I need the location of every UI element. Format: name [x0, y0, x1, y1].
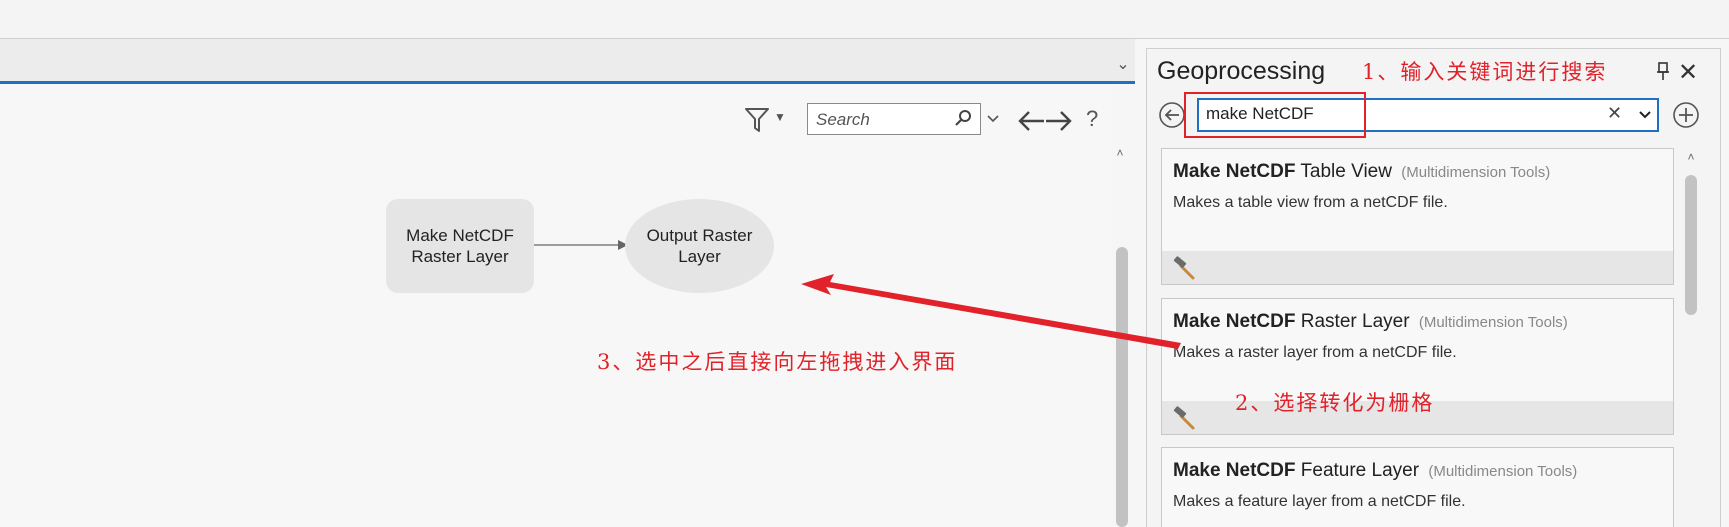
result-description: Makes a table view from a netCDF file.	[1173, 194, 1448, 211]
annotation-step-3: 3、选中之后直接向左拖拽进入界面	[597, 350, 958, 374]
output-node-raster-layer[interactable]: Output Raster Layer	[625, 199, 774, 293]
close-icon[interactable]: ✕	[1678, 58, 1698, 87]
result-category: (Multidimension Tools)	[1401, 164, 1551, 181]
clear-search-icon[interactable]: ✕	[1607, 103, 1622, 124]
output-node-label-line2: Layer	[678, 247, 721, 266]
back-circle-icon[interactable]	[1158, 101, 1186, 129]
result-title-match: Make NetCDF	[1173, 460, 1296, 481]
filter-icon[interactable]	[744, 106, 770, 134]
canvas-scrollbar-thumb[interactable]	[1116, 247, 1128, 527]
hammer-icon	[1173, 406, 1195, 430]
results-scroll-up-chevron-icon[interactable]: ˄	[1683, 150, 1699, 166]
result-title-match: Make NetCDF	[1173, 161, 1296, 182]
result-title-rest: Feature Layer	[1300, 460, 1420, 481]
annotation-step-2: 2、选择转化为栅格	[1235, 391, 1435, 415]
result-description: Makes a raster layer from a netCDF file.	[1173, 344, 1457, 361]
results-scrollbar-thumb[interactable]	[1685, 175, 1697, 315]
pin-icon[interactable]	[1655, 61, 1671, 81]
tool-node-make-netcdf-raster-layer[interactable]: Make NetCDF Raster Layer	[386, 199, 534, 293]
pane-title: Geoprocessing	[1157, 57, 1326, 85]
back-arrow-icon[interactable]	[1016, 108, 1046, 134]
ribbon-strip	[0, 0, 1729, 39]
result-item[interactable]: Make NetCDF Feature Layer (Multidimensio…	[1161, 447, 1674, 527]
canvas-search-placeholder: Search	[816, 110, 870, 129]
result-title-rest: Table View	[1300, 161, 1392, 182]
tool-node-label-line2: Raster Layer	[411, 247, 509, 266]
modelbuilder-canvas[interactable]	[0, 84, 1112, 527]
result-category: (Multidimension Tools)	[1418, 314, 1568, 331]
result-category: (Multidimension Tools)	[1428, 463, 1578, 480]
result-item[interactable]: Make NetCDF Table View (Multidimension T…	[1161, 148, 1674, 285]
filter-dropdown-caret-icon[interactable]: ▼	[774, 110, 790, 130]
search-icon[interactable]	[954, 109, 972, 127]
help-icon[interactable]: ?	[1086, 106, 1098, 132]
result-title-match: Make NetCDF	[1173, 311, 1296, 332]
result-title: Make NetCDF Table View (Multidimension T…	[1173, 161, 1550, 183]
tool-node-label-line1: Make NetCDF	[406, 226, 514, 245]
scroll-up-chevron-icon[interactable]: ˄	[1110, 146, 1130, 164]
result-title: Make NetCDF Feature Layer (Multidimensio…	[1173, 460, 1577, 482]
search-highlight-box	[1184, 92, 1366, 138]
connector-arrow	[534, 240, 628, 250]
output-node-label-line1: Output Raster	[646, 226, 753, 245]
result-footer	[1162, 251, 1673, 284]
view-tab-strip	[0, 39, 1135, 81]
search-dropdown-chevron-icon[interactable]	[1637, 104, 1653, 124]
tab-list-chevron-icon[interactable]: ⌄	[1112, 54, 1134, 76]
result-title-rest: Raster Layer	[1300, 311, 1410, 332]
annotation-step-1: 1、输入关键词进行搜索	[1362, 60, 1608, 84]
add-circle-icon[interactable]	[1672, 101, 1700, 129]
result-description: Makes a feature layer from a netCDF file…	[1173, 493, 1466, 510]
forward-arrow-icon[interactable]	[1044, 108, 1074, 134]
hammer-icon	[1173, 256, 1195, 280]
result-title: Make NetCDF Raster Layer (Multidimension…	[1173, 311, 1568, 333]
search-options-chevron-icon[interactable]	[986, 110, 1000, 128]
